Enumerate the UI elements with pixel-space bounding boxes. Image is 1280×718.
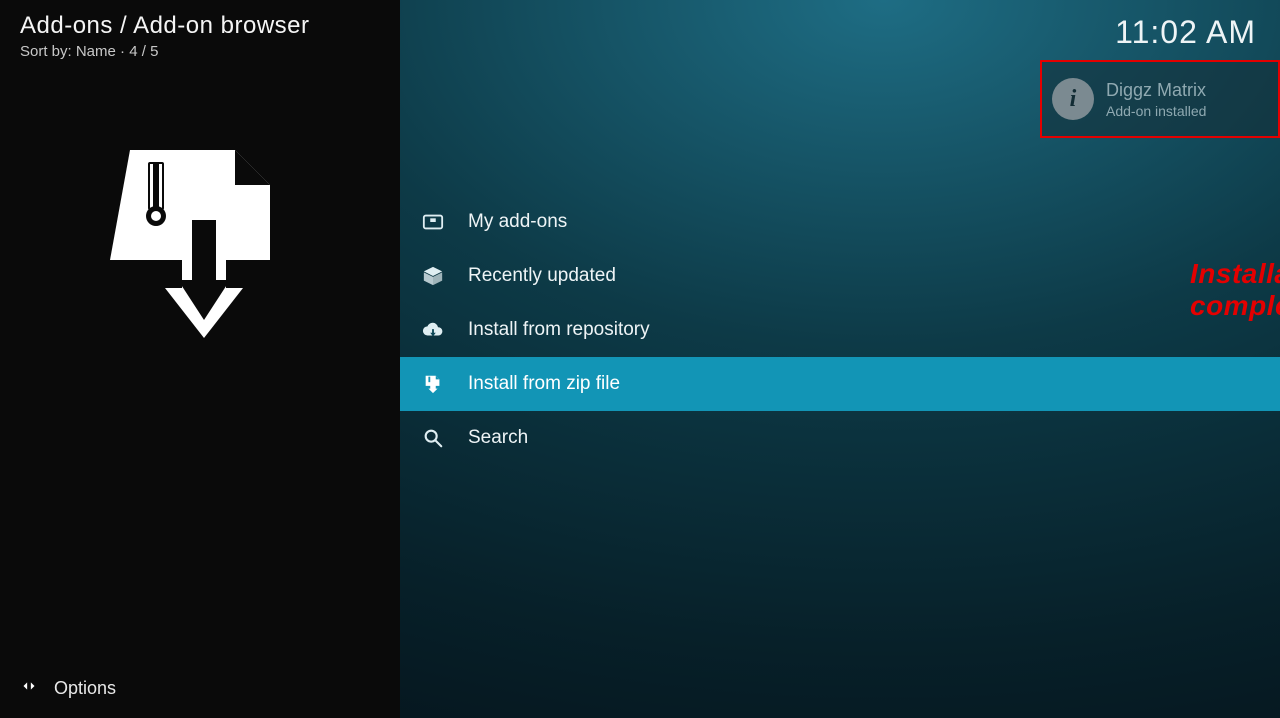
search-icon (420, 427, 446, 449)
sort-indicator: Sort by: Name · 4 / 5 (20, 43, 380, 60)
menu-item-my-addons[interactable]: My add-ons (400, 195, 1280, 249)
zip-icon (420, 373, 446, 395)
menu-item-recently-updated[interactable]: Recently updated (400, 249, 1280, 303)
info-icon: i (1052, 78, 1094, 120)
options-icon (18, 675, 40, 702)
main-panel: 11:02 AM My add-ons Recently updated Ins… (400, 0, 1280, 718)
menu-item-label: My add-ons (468, 211, 567, 233)
sidebar-panel: Add-ons / Add-on browser Sort by: Name ·… (0, 0, 400, 718)
item-counter: 4 / 5 (129, 43, 158, 60)
menu-item-label: Recently updated (468, 265, 616, 287)
notification-title: Diggz Matrix (1106, 80, 1206, 101)
sort-by-label: Sort by: Name (20, 43, 116, 60)
menu-item-label: Install from repository (468, 319, 650, 341)
notification-toast: i Diggz Matrix Add-on installed (1040, 60, 1280, 138)
options-label: Options (54, 678, 116, 699)
box-icon (420, 265, 446, 287)
notification-subtitle: Add-on installed (1106, 103, 1206, 119)
zip-download-icon (110, 150, 290, 340)
breadcrumb: Add-ons / Add-on browser (20, 12, 380, 41)
options-button[interactable]: Options (18, 675, 116, 702)
annotation-text: Installation complete! (1190, 258, 1280, 322)
menu-item-search[interactable]: Search (400, 411, 1280, 465)
cloud-icon (420, 319, 446, 341)
addons-icon (420, 211, 446, 233)
menu-item-install-from-repository[interactable]: Install from repository (400, 303, 1280, 357)
addon-menu: My add-ons Recently updated Install from… (400, 195, 1280, 465)
menu-item-install-from-zip[interactable]: Install from zip file (400, 357, 1280, 411)
clock: 11:02 AM (1115, 14, 1256, 51)
install-from-zip-artwork (20, 150, 380, 340)
menu-item-label: Install from zip file (468, 373, 620, 395)
menu-item-label: Search (468, 427, 528, 449)
